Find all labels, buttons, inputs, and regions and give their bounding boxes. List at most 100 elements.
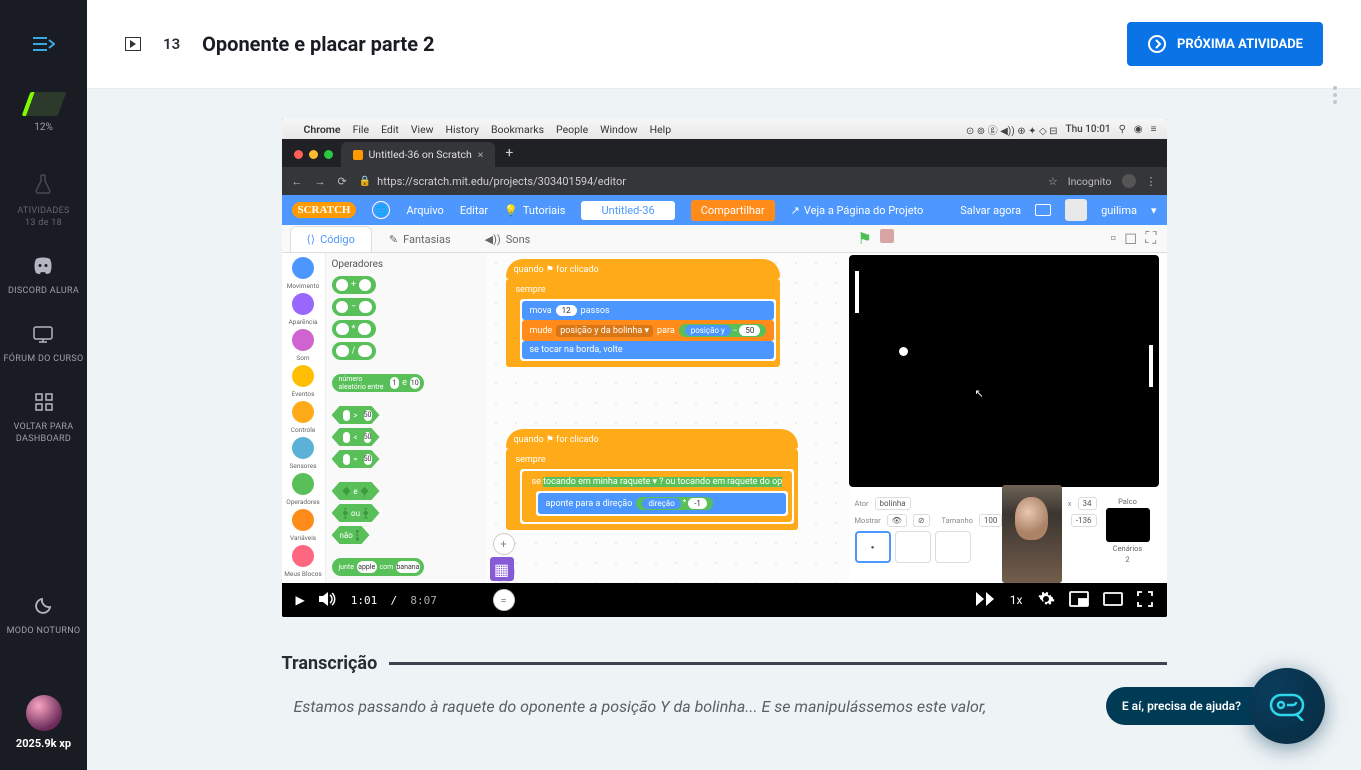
menu-list-icon: ≡ <box>1151 124 1157 135</box>
globe-icon: 🌐 <box>372 201 390 219</box>
reload-icon: ⟳ <box>338 175 347 188</box>
green-flag-icon: ⚑ <box>858 229 872 248</box>
chrome-menu-icon: ⋮ <box>1146 175 1157 188</box>
forum-icon <box>32 325 54 347</box>
discord-label: DISCORD ALURA <box>8 285 79 297</box>
lesson-header: 13 Oponente e placar parte 2 PRÓXIMA ATI… <box>87 0 1361 89</box>
menu-window: Window <box>600 123 637 136</box>
video-time: 1:01 / 8:07 <box>351 594 437 607</box>
category-operators <box>292 473 314 495</box>
play-button[interactable]: ▶ <box>296 593 305 607</box>
playback-speed[interactable]: 1x <box>1010 593 1023 607</box>
chevron-down-icon: ▾ <box>1151 204 1157 217</box>
sprite-thumb-bolinha: ● <box>855 531 891 563</box>
scratch-avatar <box>1065 199 1087 221</box>
video-controls: ▶ 1:01 / 8:07 1x <box>282 583 1167 617</box>
category-sensing <box>292 437 314 459</box>
volume-button[interactable] <box>319 591 337 610</box>
progress-widget[interactable]: 12% <box>26 92 62 133</box>
operator-add: + <box>332 276 376 294</box>
chrome-tab-strip: Untitled-36 on Scratch × + <box>282 139 1167 167</box>
settings-button[interactable] <box>1037 590 1055 611</box>
sidebar-item-forum[interactable]: FÓRUM DO CURSO <box>4 325 84 365</box>
menu-arquivo: Arquivo <box>406 204 443 217</box>
incognito-label: Incognito <box>1068 175 1112 188</box>
sprite-thumb-2 <box>895 531 931 563</box>
block-move: mova12passos <box>522 301 775 320</box>
transcript-section: Transcrição Estamos passando à raquete d… <box>282 653 1167 720</box>
forward-icon: → <box>315 175 326 188</box>
forward-button[interactable] <box>976 592 996 609</box>
clock: Thu 10:01 <box>1066 124 1111 135</box>
sprite-y-field: -136 <box>1071 514 1097 527</box>
options-menu-button[interactable] <box>1327 80 1343 110</box>
active-app-name: Chrome <box>304 123 341 136</box>
search-spotlight-icon: ⚲ <box>1119 124 1126 135</box>
status-icons: ⊙ ⊚ ⓖ ◀)) ⊕ ✦ ◇ ⊟ <box>966 122 1058 137</box>
script-canvas: quando ⚑ for clicado sempre mova12passos… <box>486 253 849 583</box>
next-activity-label: PRÓXIMA ATIVIDADE <box>1177 37 1303 52</box>
operator-or: ou <box>332 504 380 522</box>
stage-canvas: ↖ <box>849 255 1159 487</box>
user-avatar[interactable] <box>26 695 62 731</box>
next-activity-button[interactable]: PRÓXIMA ATIVIDADE <box>1127 22 1323 66</box>
block-point-direction: aponte para a direçãodireção * -1 <box>538 493 787 514</box>
instructor-webcam <box>1002 485 1062 583</box>
pip-button[interactable] <box>1069 591 1089 610</box>
block-palette: Operadores + − * / número aleatório entr… <box>326 253 486 583</box>
folder-icon <box>1035 204 1051 216</box>
new-tab-button: + <box>495 139 523 167</box>
sprite-x-field: 34 <box>1078 497 1097 510</box>
fullscreen-button[interactable] <box>1137 591 1153 610</box>
tutorials-button: 💡Tutoriais <box>504 204 565 217</box>
palette-header: Operadores <box>332 259 480 270</box>
paddle-right <box>1149 345 1153 387</box>
lesson-title: Oponente e placar parte 2 <box>202 32 434 56</box>
block-if: se tocando em minha raquete ▾ ? ou tocan… <box>522 471 793 522</box>
atividades-label: ATIVIDADES <box>17 205 69 217</box>
chrome-address-bar: ← → ⟳ 🔒 https://scratch.mit.edu/projects… <box>282 167 1167 195</box>
operator-not: não <box>332 526 370 544</box>
user-xp: 2025.9k xp <box>16 737 71 750</box>
sidebar-item-dashboard[interactable]: VOLTAR PARA DASHBOARD <box>0 393 87 445</box>
star-icon: ☆ <box>1048 175 1058 188</box>
save-now-label: Salvar agora <box>960 204 1021 217</box>
operator-div: / <box>332 342 376 360</box>
operator-lt: <50 <box>332 428 380 446</box>
stage-mini: Palco Cenários 2 <box>1103 497 1153 564</box>
tab-codigo: ⟨⟩Código <box>290 226 372 252</box>
divider <box>389 662 1166 665</box>
operator-join: junteapplecombanana <box>332 558 424 576</box>
small-stage-icon: ▫ <box>1110 228 1116 248</box>
macos-menubar: Chrome File Edit View History Bookmarks … <box>282 119 1167 139</box>
scratch-tabs: ⟨⟩Código ✎Fantasias ◀))Sons ⚑ ▫ ◻ ⛶ <box>282 225 1167 253</box>
tab-title: Untitled-36 on Scratch <box>369 148 472 161</box>
menu-help: Help <box>650 123 672 136</box>
theater-button[interactable] <box>1103 592 1123 609</box>
transcript-text: Estamos passando à raquete do oponente a… <box>282 694 1167 720</box>
ball <box>899 347 908 356</box>
category-looks <box>292 293 314 315</box>
help-text: E aí, precisa de ajuda? <box>1106 687 1271 725</box>
sidebar-item-night-mode[interactable]: MODO NOTURNO <box>7 595 81 637</box>
category-myblocks <box>292 545 314 567</box>
menu-expand-icon[interactable] <box>33 35 55 57</box>
scratch-toolbar: SCRATCH 🌐 Arquivo Editar 💡Tutoriais Unti… <box>282 195 1167 225</box>
flask-icon <box>33 173 53 199</box>
share-button: Compartilhar <box>691 200 775 221</box>
sidebar-item-discord[interactable]: DISCORD ALURA <box>8 257 79 297</box>
incognito-icon <box>1122 174 1136 188</box>
cursor-icon: ↖ <box>975 387 984 400</box>
block-bounce-edge: se tocar na borda, volte <box>522 341 775 359</box>
operator-sub: − <box>332 298 376 316</box>
scratch-logo: SCRATCH <box>292 202 357 218</box>
see-project-link: ↗Veja a Página do Projeto <box>791 204 924 217</box>
night-mode-label: MODO NOTURNO <box>7 625 81 637</box>
tab-sons: ◀))Sons <box>468 226 548 252</box>
url-text: https://scratch.mit.edu/projects/3034015… <box>377 175 626 188</box>
category-sound <box>292 329 314 351</box>
help-chat-icon[interactable] <box>1249 668 1325 744</box>
help-widget[interactable]: E aí, precisa de ajuda? <box>1084 668 1325 744</box>
sidebar-item-atividades[interactable]: ATIVIDADES 13 de 18 <box>17 173 69 229</box>
fullscreen-stage-icon: ⛶ <box>1145 228 1156 248</box>
